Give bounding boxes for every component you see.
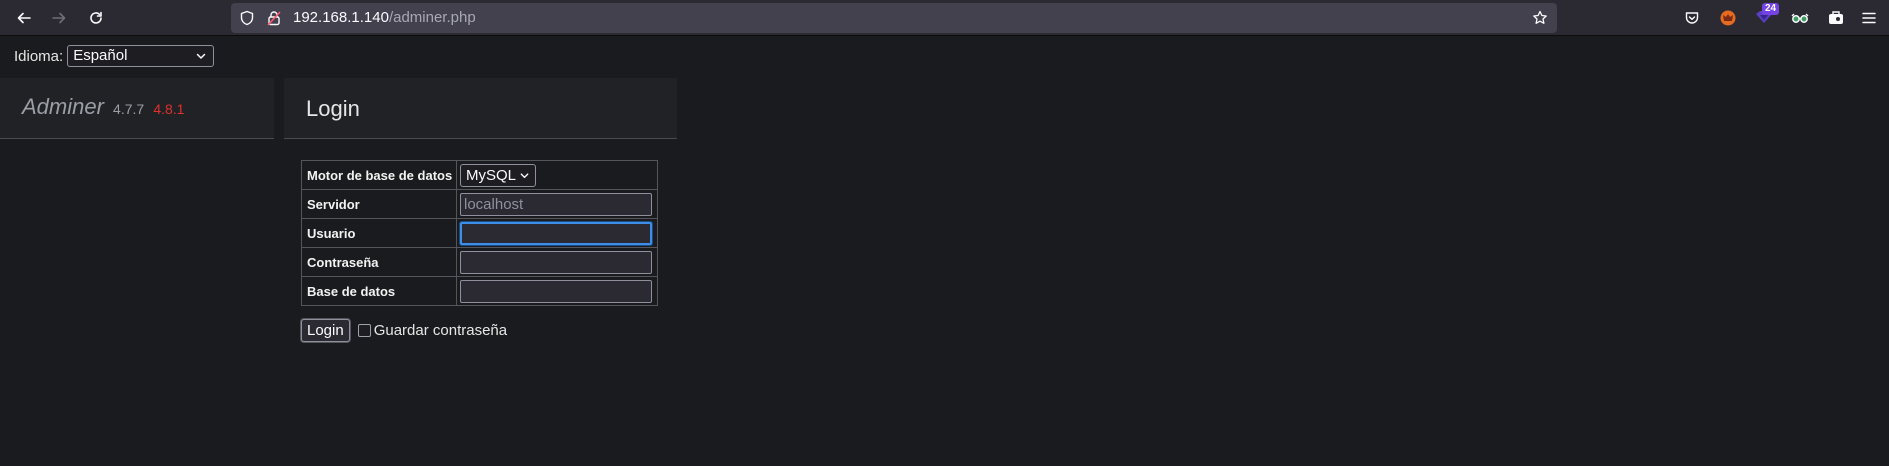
language-selected: Español — [73, 47, 128, 64]
url-text[interactable]: 192.168.1.140/adminer.php — [293, 10, 476, 26]
engine-select[interactable]: MySQL — [460, 163, 536, 187]
url-host: 192.168.1.140 — [293, 9, 389, 26]
shield-icon[interactable] — [239, 10, 255, 26]
app-menu-button[interactable] — [1859, 8, 1879, 28]
engine-value: MySQL — [466, 166, 517, 184]
arrow-left-icon — [17, 12, 31, 24]
login-form-table: Motor de base de datos MySQL Servidor lo… — [301, 160, 658, 306]
user-label: Usuario — [301, 218, 457, 248]
extension-cookie-button[interactable] — [1826, 8, 1846, 28]
user-cell — [456, 218, 658, 248]
database-label: Base de datos — [301, 276, 457, 306]
back-button[interactable] — [11, 6, 37, 30]
reload-icon — [90, 11, 102, 24]
login-button[interactable]: Login — [301, 319, 350, 342]
arrow-right-icon — [52, 12, 66, 24]
engine-label: Motor de base de datos — [301, 160, 457, 190]
page-title: Login — [306, 96, 360, 121]
chevron-down-icon — [196, 53, 206, 59]
server-input[interactable]: localhost — [460, 192, 652, 216]
content-header: Login — [284, 78, 677, 139]
extension-foxyproxy-button[interactable] — [1718, 8, 1738, 28]
reload-button[interactable] — [83, 6, 109, 30]
server-cell: localhost — [456, 189, 658, 219]
brand-title: Adminer 4.7.7 4.8.1 — [22, 94, 184, 120]
password-cell — [456, 247, 658, 277]
browser-toolbar: 192.168.1.140/adminer.php 24 — [0, 0, 1889, 36]
version-new-link[interactable]: 4.8.1 — [153, 101, 184, 117]
password-label: Contraseña — [301, 247, 457, 277]
glasses-icon — [1791, 13, 1809, 23]
remember-password-label[interactable]: Guardar contraseña — [374, 322, 507, 339]
cookie-editor-icon — [1829, 11, 1843, 24]
username-input[interactable] — [460, 221, 652, 245]
database-cell — [456, 276, 658, 306]
brand-link[interactable]: Adminer — [22, 94, 104, 119]
engine-cell: MySQL — [456, 160, 658, 190]
address-bar[interactable]: 192.168.1.140/adminer.php — [231, 3, 1557, 33]
url-path: /adminer.php — [388, 9, 476, 26]
remember-password-option[interactable]: Guardar contraseña — [357, 322, 507, 339]
pocket-button[interactable] — [1682, 8, 1702, 28]
table-row: Contraseña — [301, 247, 658, 277]
table-row: Servidor localhost — [301, 189, 658, 219]
pocket-icon — [1685, 12, 1699, 24]
fox-extension-icon — [1720, 10, 1736, 26]
sidebar-menu: Adminer 4.7.7 4.8.1 — [0, 78, 274, 139]
database-input[interactable] — [460, 279, 652, 303]
version-current: 4.7.7 — [113, 101, 145, 117]
chevron-down-icon — [520, 172, 529, 178]
server-label: Servidor — [301, 189, 457, 219]
table-row: Motor de base de datos MySQL — [301, 160, 658, 190]
language-label: Idioma: — [14, 47, 64, 65]
language-select[interactable]: Español — [67, 45, 215, 67]
bookmark-star-icon[interactable] — [1532, 10, 1548, 26]
hamburger-menu-icon — [1862, 12, 1876, 24]
insecure-lock-icon[interactable] — [266, 10, 282, 26]
remember-password-checkbox[interactable] — [357, 324, 371, 337]
form-actions: Login Guardar contraseña — [301, 319, 507, 342]
table-row: Base de datos — [301, 276, 658, 306]
extension-hackbar-button[interactable] — [1790, 8, 1810, 28]
language-row: Idioma: Español — [14, 45, 215, 67]
forward-button[interactable] — [46, 6, 72, 30]
table-row: Usuario — [301, 218, 658, 248]
password-input[interactable] — [460, 250, 652, 274]
extension-badge: 24 — [1762, 3, 1780, 15]
